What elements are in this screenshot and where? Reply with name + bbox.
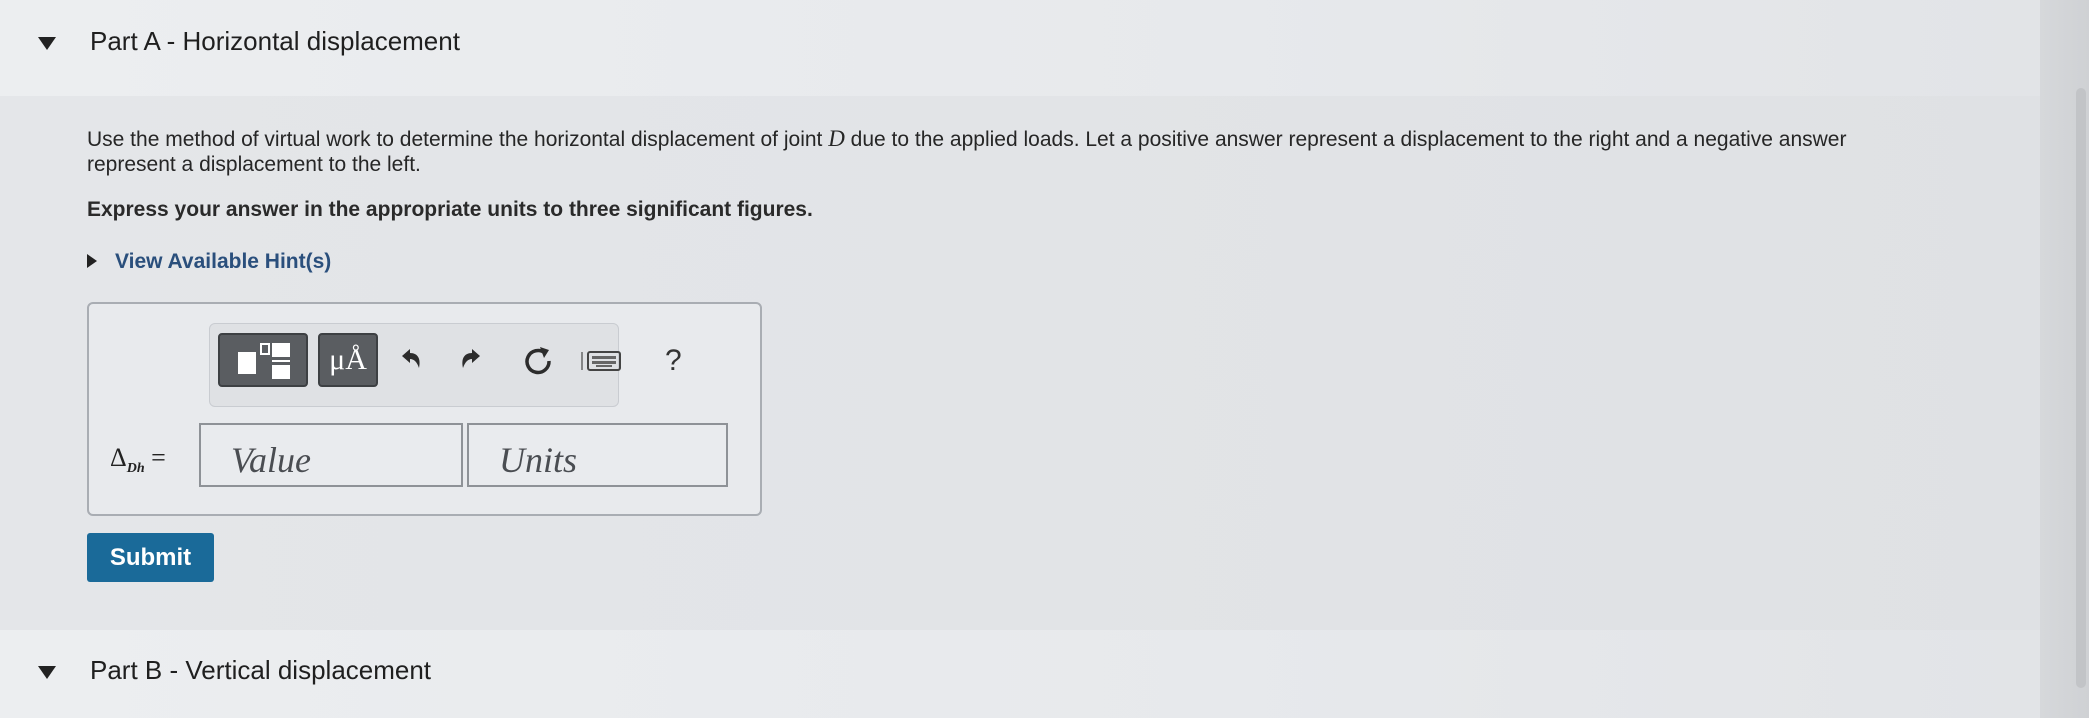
redo-icon (462, 349, 480, 368)
undo-button[interactable] (390, 340, 430, 380)
variable-subscript: Dh (126, 461, 145, 477)
value-input[interactable] (199, 423, 463, 487)
part-b-header[interactable]: Part B - Vertical displacement (0, 630, 2040, 718)
prompt-line-1: Use the method of virtual work to determ… (87, 126, 2037, 152)
submit-button[interactable]: Submit (87, 533, 214, 582)
units-button[interactable]: μÅ (318, 333, 378, 387)
units-input[interactable] (467, 423, 728, 487)
prompt-text: due to the applied loads. Let a positive… (844, 128, 1847, 151)
templates-button[interactable] (218, 333, 308, 387)
answer-variable-label: ΔDh = (110, 443, 166, 477)
math-toolbar: μÅ ? (209, 323, 682, 407)
prompt-line-2: represent a displacement to the left. (87, 153, 421, 176)
reset-icon (525, 347, 551, 375)
keyboard-button[interactable] (580, 340, 624, 380)
redo-button[interactable] (452, 340, 492, 380)
delta-symbol: Δ (110, 443, 127, 472)
reset-button[interactable] (518, 340, 558, 380)
joint-label: D (828, 126, 845, 151)
undo-icon (402, 349, 420, 368)
part-a-header[interactable]: Part A - Horizontal displacement (0, 0, 2040, 96)
question-prompt: Use the method of virtual work to determ… (87, 126, 2037, 177)
collapse-caret-icon[interactable] (38, 37, 56, 50)
answer-box: μÅ ? ΔDh = Value Units (87, 302, 762, 516)
scrollbar-thumb[interactable] (2076, 88, 2086, 688)
prompt-text: Use the method of virtual work to determ… (87, 128, 829, 151)
help-button[interactable]: ? (665, 344, 682, 378)
answer-instruction: Express your answer in the appropriate u… (87, 198, 813, 221)
equals-sign: = (151, 443, 166, 472)
hint-label: View Available Hint(s) (115, 250, 332, 273)
part-b-title: Part B - Vertical displacement (90, 655, 432, 685)
expand-caret-icon (87, 253, 97, 268)
collapse-caret-icon[interactable] (38, 666, 56, 679)
view-hints-link[interactable]: View Available Hint(s) (87, 250, 331, 274)
part-a-title: Part A - Horizontal displacement (90, 26, 460, 56)
units-symbol: μÅ (329, 343, 367, 376)
keyboard-icon (581, 351, 621, 371)
